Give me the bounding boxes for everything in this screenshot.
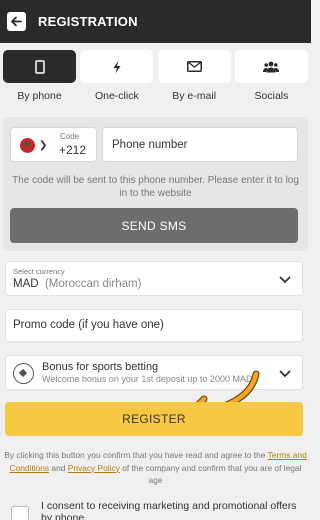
tab-label: Socials: [254, 90, 289, 102]
tab-label: By e-mail: [172, 90, 217, 102]
tab-by-phone-box: [3, 50, 76, 83]
tab-label: By phone: [17, 90, 62, 102]
top-bar: REGISTRATION: [0, 0, 311, 43]
tab-by-phone[interactable]: By phone: [3, 50, 76, 102]
marketing-consent-checkbox[interactable]: [11, 506, 29, 520]
registration-tabs: By phone One-click By e-mail Socials: [3, 50, 308, 102]
terms-text-part: and: [49, 462, 68, 473]
chevron-down-icon: [279, 276, 291, 284]
tab-label: One-click: [94, 90, 139, 102]
marketing-consent-label: I consent to receiving marketing and pro…: [41, 500, 297, 520]
terms-text-part: of the company and confirm that you are …: [119, 462, 302, 486]
page-title: REGISTRATION: [38, 14, 138, 29]
currency-code: MAD: [13, 278, 39, 290]
code-value: +212: [59, 143, 87, 157]
tab-by-email-box: [157, 50, 231, 83]
bonus-subtitle: Welcome bonus on your 1st deposit up to …: [42, 374, 253, 384]
people-icon: [263, 61, 280, 72]
envelope-icon: [186, 61, 202, 72]
terms-text-part: By clicking this button you confirm that…: [4, 450, 268, 460]
send-sms-button[interactable]: SEND SMS: [10, 208, 298, 243]
register-button[interactable]: REGISTER: [5, 402, 303, 436]
tab-one-click[interactable]: One-click: [80, 50, 154, 102]
arrow-left-icon: [11, 16, 22, 27]
sms-hint-text: The code will be sent to this phone numb…: [12, 175, 299, 199]
currency-select[interactable]: Select currency MAD (Moroccan dirham): [5, 261, 303, 296]
phone-number-input[interactable]: Phone number: [102, 127, 298, 162]
bonus-select[interactable]: Bonus for sports betting Welcome bonus o…: [5, 355, 303, 390]
tab-socials-box: [234, 50, 308, 83]
phone-registration-panel: ❯ Code +212 Phone number The code will b…: [3, 117, 308, 251]
morocco-flag-icon: [20, 138, 35, 153]
code-label: Code: [60, 132, 80, 141]
back-button[interactable]: [7, 12, 26, 31]
promo-code-input[interactable]: Promo code (if you have one): [5, 309, 303, 342]
currency-value: MAD (Moroccan dirham): [13, 278, 141, 290]
tab-by-email[interactable]: By e-mail: [157, 50, 231, 102]
privacy-policy-link[interactable]: Privacy Policy: [68, 463, 120, 473]
terms-text: By clicking this button you confirm that…: [3, 449, 308, 487]
lightning-icon: [113, 60, 121, 73]
currency-label: Select currency: [13, 267, 65, 276]
currency-name: (Moroccan dirham): [44, 278, 142, 290]
tab-one-click-box: [80, 50, 154, 83]
chevron-down-icon: ❯: [39, 140, 48, 151]
bonus-title: Bonus for sports betting: [42, 361, 159, 373]
tab-socials[interactable]: Socials: [234, 50, 308, 102]
chevron-down-icon: [279, 370, 291, 378]
football-icon: [13, 363, 34, 384]
country-code-select[interactable]: ❯ Code +212: [10, 127, 97, 162]
phone-icon: [34, 59, 45, 74]
